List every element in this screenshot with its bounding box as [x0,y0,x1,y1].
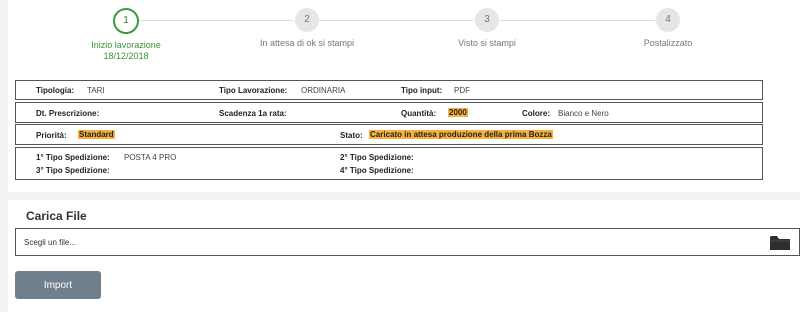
step-number: 3 [475,8,499,32]
step-postalizzato: 4 Postalizzato [573,8,763,49]
quantita-value: 2000 [448,108,468,117]
info-row-tipologia: Tipologia: TARI Tipo Lavorazione: ORDINA… [15,80,763,100]
import-button[interactable]: Import [15,271,101,299]
upload-title: Carica File [26,209,87,223]
tipologia-label: Tipologia: [36,86,75,95]
sped1-label: 1° Tipo Spedizione: [36,153,110,162]
priorita-label: Priorità: [36,131,67,140]
step-label: Inizio lavorazione [91,40,161,50]
sped2-label: 2° Tipo Spedizione: [340,153,414,162]
step-number: 1 [113,8,139,34]
folder-icon[interactable] [769,234,791,251]
file-placeholder: Scegli un file... [24,238,77,247]
sped1-value: POSTA 4 PRO [124,153,177,162]
info-row-prescrizione: Dt. Prescrizione: Scadenza 1a rata: Quan… [15,102,763,123]
upload-card [8,200,800,312]
tipo-input-value: PDF [454,86,470,95]
priorita-value: Standard [78,130,115,139]
scadenza-label: Scadenza 1a rata: [219,109,287,118]
step-date: 18/12/2018 [103,51,149,61]
stato-value: Caricato in attesa produzione della prim… [369,130,553,139]
step-label: Visto si stampi [458,38,516,48]
info-row-stato: Priorità: Standard Stato: Caricato in at… [15,124,763,145]
step-inizio-lavorazione: 1 Inizio lavorazione 18/12/2018 [31,8,221,62]
dt-prescrizione-label: Dt. Prescrizione: [36,109,100,118]
step-visto-si-stampi: 3 Visto si stampi [392,8,582,49]
step-number: 4 [656,8,680,32]
stato-label: Stato: [340,131,363,140]
file-chooser-input[interactable]: Scegli un file... [15,228,800,256]
quantita-label: Quantità: [401,109,437,118]
sped4-label: 4° Tipo Spedizione: [340,166,414,175]
tipo-lavorazione-label: Tipo Lavorazione: [219,86,288,95]
tipologia-value: TARI [87,86,105,95]
sped3-label: 3° Tipo Spedizione: [36,166,110,175]
step-number: 2 [295,8,319,32]
colore-label: Colore: [522,109,550,118]
info-row-spedizione: 1° Tipo Spedizione: POSTA 4 PRO 2° Tipo … [15,147,763,180]
step-in-attesa-ok: 2 In attesa di ok si stampi [212,8,402,49]
step-label: Postalizzato [643,38,693,48]
step-label: In attesa di ok si stampi [259,38,355,48]
colore-value: Bianco e Nero [558,109,609,118]
tipo-input-label: Tipo input: [401,86,443,95]
tipo-lavorazione-value: ORDINARIA [301,86,346,95]
